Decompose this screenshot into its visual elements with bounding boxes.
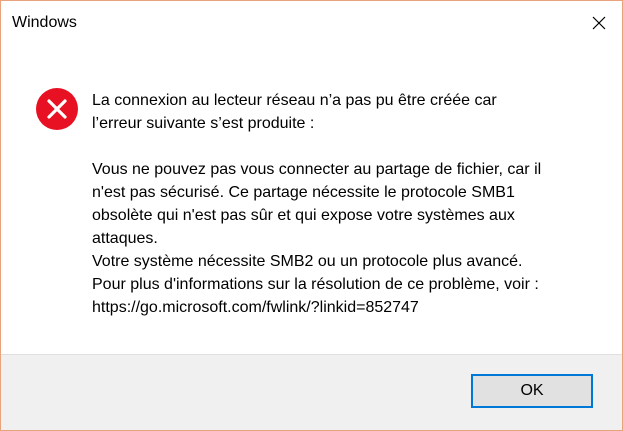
dialog-content: La connexion au lecteur réseau n’a pas p… bbox=[1, 45, 622, 354]
window-title: Windows bbox=[12, 14, 77, 31]
button-bar: OK bbox=[1, 354, 622, 430]
error-summary: La connexion au lecteur réseau n’a pas p… bbox=[92, 92, 497, 132]
error-details: Vous ne pouvez pas vous connecter au par… bbox=[92, 161, 542, 316]
close-icon bbox=[592, 16, 606, 30]
error-dialog-window: Windows La connexion au lecteur réseau n… bbox=[0, 0, 623, 431]
ok-button[interactable]: OK bbox=[471, 374, 593, 408]
close-button[interactable] bbox=[576, 1, 622, 45]
title-bar[interactable]: Windows bbox=[1, 1, 622, 45]
error-icon bbox=[36, 88, 78, 130]
error-message: La connexion au lecteur réseau n’a pas p… bbox=[92, 89, 592, 319]
